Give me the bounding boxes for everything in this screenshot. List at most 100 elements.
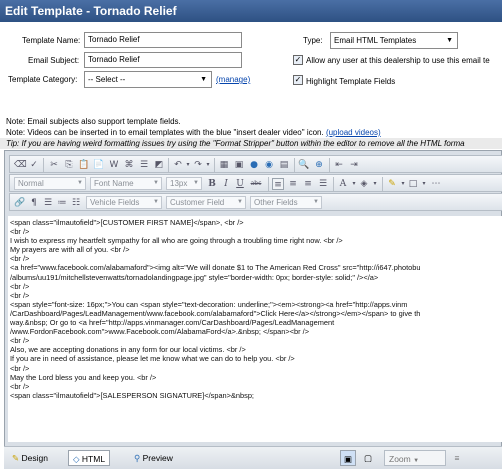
code-line: /CarDashboard/Pages/LeadManagement/www.f…: [10, 308, 421, 318]
align-right-icon[interactable]: ≡: [302, 178, 314, 190]
preview-mode-label: Preview: [142, 453, 173, 463]
cut-icon[interactable]: ✂: [48, 159, 60, 171]
html-source-textarea[interactable]: <span class="ilmautofield">[CUSTOMER FIR…: [8, 216, 502, 442]
numbered-list-icon[interactable]: ≔: [56, 197, 68, 209]
code-line: <span style="font-size: 16px;">You can <…: [10, 299, 408, 309]
design-mode-tab[interactable]: ✎ Design: [8, 450, 52, 466]
html-mode-label: HTML: [81, 454, 106, 464]
chevron-down-icon: ▼: [413, 458, 420, 464]
insert-video-icon[interactable]: ◉: [263, 159, 275, 171]
font-size-value: 13px: [170, 179, 188, 188]
chevron-down-icon: ▼: [237, 199, 243, 205]
email-subject-label: Email Subject:: [28, 56, 80, 65]
strikethrough-icon[interactable]: abc: [248, 178, 264, 190]
insert-symbol-dropdown-icon[interactable]: ▾: [418, 178, 430, 190]
link-icon[interactable]: 🔗: [14, 197, 26, 209]
template-name-label: Template Name:: [22, 36, 81, 45]
vehicle-fields-value: Vehicle Fields: [90, 198, 140, 207]
highlight-dropdown-icon[interactable]: ▾: [369, 178, 381, 190]
media-icon[interactable]: ▤: [278, 159, 290, 171]
font-name-select[interactable]: Font Name ▼: [90, 177, 162, 190]
underline-icon[interactable]: U: [234, 178, 246, 190]
code-line: <br />: [10, 336, 30, 346]
chevron-down-icon: ▼: [153, 180, 159, 186]
paste-special-icon[interactable]: ◩: [153, 159, 165, 171]
horizontal-rule-icon[interactable]: ☷: [70, 197, 82, 209]
paragraph-icon[interactable]: ¶: [28, 197, 40, 209]
image-icon[interactable]: ▣: [233, 159, 245, 171]
type-select[interactable]: Email HTML Templates ▼: [330, 32, 458, 49]
code-line: Also, we are accepting donations in any …: [10, 345, 246, 355]
find-icon[interactable]: 🔍: [298, 159, 310, 171]
insert-dealer-video-icon[interactable]: ●: [248, 159, 260, 171]
toolbar-row-3: 🔗 ¶ ☰ ≔ ☷ Vehicle Fields ▼ Customer Fiel…: [9, 193, 502, 211]
customer-fields-value: Customer Field: [170, 198, 225, 207]
code-line: <span class="ilmautofield">[CUSTOMER FIR…: [10, 218, 244, 227]
format-stripper-icon[interactable]: ⌫: [14, 159, 27, 171]
code-line: If you are in need of assistance, please…: [10, 354, 295, 364]
design-mode-label: Design: [21, 453, 48, 463]
spellcheck-icon[interactable]: ✓: [28, 159, 40, 171]
email-subject-input[interactable]: Tornado Relief: [84, 52, 242, 68]
redo-dropdown-icon[interactable]: ▾: [202, 159, 214, 171]
bulleted-list-icon[interactable]: ☰: [42, 197, 54, 209]
code-line: <br />: [10, 227, 30, 237]
code-icon: ◇: [73, 454, 80, 464]
code-line: May the Lord bless you and keep you. <br…: [10, 372, 157, 382]
preview-mode-tab[interactable]: ⚲ Preview: [130, 450, 177, 466]
code-line: <br />: [10, 254, 30, 264]
highlight-fields-checkbox[interactable]: ✓: [293, 75, 303, 85]
align-justify-icon[interactable]: ☰: [317, 178, 329, 190]
html-mode-tab[interactable]: ◇ HTML: [68, 450, 111, 466]
chevron-down-icon: ▼: [77, 180, 83, 186]
toolbar-row-1: ⌫ ✓ ✂ ⎘ 📋 📄 W ⌘ ☰ ◩ ↶ ▾ ↷ ▾ ▦ ▣ ● ◉ ▤ 🔍 …: [9, 155, 502, 173]
type-label: Type:: [303, 36, 323, 45]
copy-icon[interactable]: ⎘: [63, 159, 75, 171]
code-line: /www.FordonFacebook.com">www.Facebook.co…: [10, 327, 310, 337]
font-size-select[interactable]: 13px ▼: [166, 177, 202, 190]
type-select-value: Email HTML Templates: [334, 36, 417, 45]
vehicle-fields-select[interactable]: Vehicle Fields ▼: [86, 196, 162, 209]
code-line: <br />: [10, 363, 30, 373]
customer-fields-select[interactable]: Customer Field ▼: [166, 196, 246, 209]
template-category-label: Template Category:: [8, 75, 78, 84]
other-fields-select[interactable]: Other Fields ▼: [250, 196, 322, 209]
code-line: <br />: [10, 281, 30, 291]
replace-icon[interactable]: ⊕: [313, 159, 325, 171]
align-left-icon[interactable]: ≡: [272, 178, 284, 190]
resize-grip-icon[interactable]: ≡: [450, 450, 464, 466]
zoom-select[interactable]: Zoom ▼: [384, 450, 446, 466]
note-videos: Note: Videos can be inserted in to email…: [6, 128, 381, 137]
outdent-icon[interactable]: ⇤: [333, 159, 345, 171]
paragraph-style-select[interactable]: Normal ▼: [14, 177, 86, 190]
paste-icon[interactable]: 📋: [78, 159, 90, 171]
highlight-fields-label: Highlight Template Fields: [306, 77, 396, 86]
paste-plain-icon[interactable]: ☰: [138, 159, 150, 171]
paste-word-icon[interactable]: W: [108, 159, 120, 171]
editor-mode-bar: ✎ Design ◇ HTML ⚲ Preview ▣ ▢ Zoom ▼ ≡: [4, 446, 502, 469]
italic-icon[interactable]: I: [220, 178, 232, 190]
align-center-icon[interactable]: ≡: [287, 178, 299, 190]
template-name-input[interactable]: Tornado Relief: [84, 32, 242, 48]
indent-icon[interactable]: ⇥: [348, 159, 360, 171]
note-videos-text: Note: Videos can be inserted in to email…: [6, 128, 326, 137]
code-line: <a href="www.facebook.com/alabamaford"><…: [10, 263, 421, 273]
paste-text-icon[interactable]: 📄: [93, 159, 105, 171]
bold-icon[interactable]: B: [206, 178, 218, 190]
allow-any-user-checkbox[interactable]: ✓: [293, 55, 303, 65]
module-manager-icon[interactable]: ▣: [340, 450, 356, 466]
magnifier-icon: ⚲: [134, 453, 141, 463]
chevron-down-icon: ▼: [193, 180, 199, 186]
upload-videos-link[interactable]: (upload videos): [326, 128, 381, 137]
more-options-icon[interactable]: ⋯: [430, 178, 442, 190]
code-line: <br />: [10, 290, 30, 300]
tip-text: Tip: If you are having weird formatting …: [6, 139, 465, 148]
font-name-value: Font Name: [94, 179, 134, 188]
code-line: I wish to express my heartfelt sympathy …: [10, 236, 343, 246]
manage-categories-link[interactable]: (manage): [216, 75, 250, 84]
paste-html-icon[interactable]: ⌘: [123, 159, 135, 171]
chevron-down-icon: ▼: [153, 199, 159, 205]
template-category-select[interactable]: -- Select -- ▼: [84, 71, 212, 88]
table-icon[interactable]: ▦: [218, 159, 230, 171]
statistics-icon[interactable]: ▢: [360, 450, 376, 466]
